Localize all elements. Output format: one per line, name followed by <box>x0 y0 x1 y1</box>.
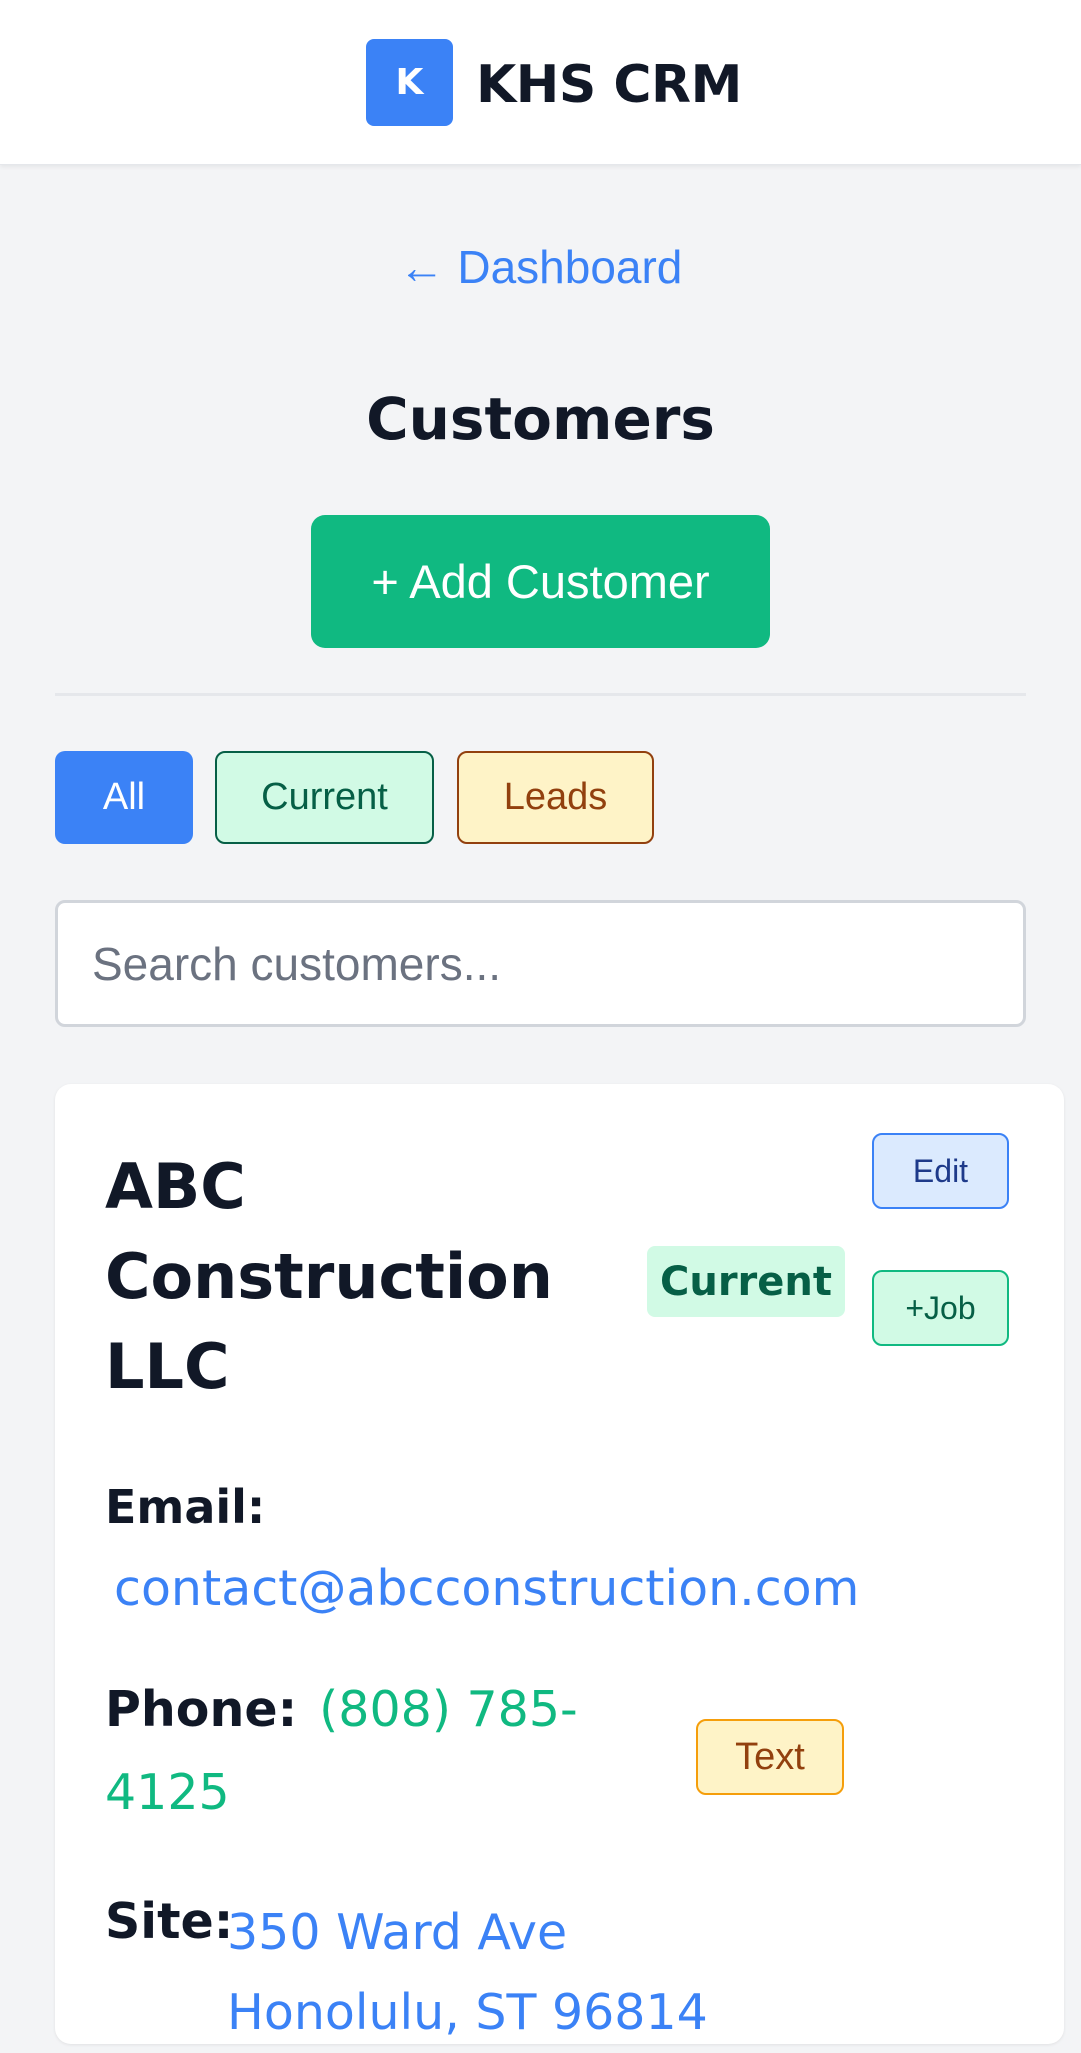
add-customer-button[interactable]: + Add Customer <box>311 515 770 648</box>
app-header: K KHS CRM <box>0 0 1081 165</box>
phone-row: Phone: (808) 785-4125 <box>105 1668 585 1834</box>
filter-leads-button[interactable]: Leads <box>457 751 654 844</box>
edit-customer-button[interactable]: Edit <box>872 1133 1009 1209</box>
page-title: Customers <box>366 385 715 453</box>
status-badge: Current <box>647 1246 845 1317</box>
email-label: Email: <box>105 1480 266 1534</box>
email-link[interactable]: contact@abcconstruction.com <box>114 1560 859 1617</box>
text-message-button[interactable]: Text <box>696 1719 844 1795</box>
filter-current-button[interactable]: Current <box>215 751 434 844</box>
search-input[interactable] <box>55 900 1026 1027</box>
app-logo: K <box>366 39 453 126</box>
site-label: Site: <box>105 1893 234 1950</box>
customer-name: ABC Construction LLC <box>105 1150 553 1403</box>
divider <box>55 693 1026 696</box>
app-title: KHS CRM <box>476 55 742 115</box>
site-address-link[interactable]: 350 Ward Ave Honolulu, ST 96814 <box>227 1893 787 2053</box>
filter-all-button[interactable]: All <box>55 751 193 844</box>
back-to-dashboard-link[interactable]: ← Dashboard <box>0 240 1081 294</box>
phone-label: Phone: <box>105 1681 298 1738</box>
add-job-button[interactable]: +Job <box>872 1270 1009 1346</box>
